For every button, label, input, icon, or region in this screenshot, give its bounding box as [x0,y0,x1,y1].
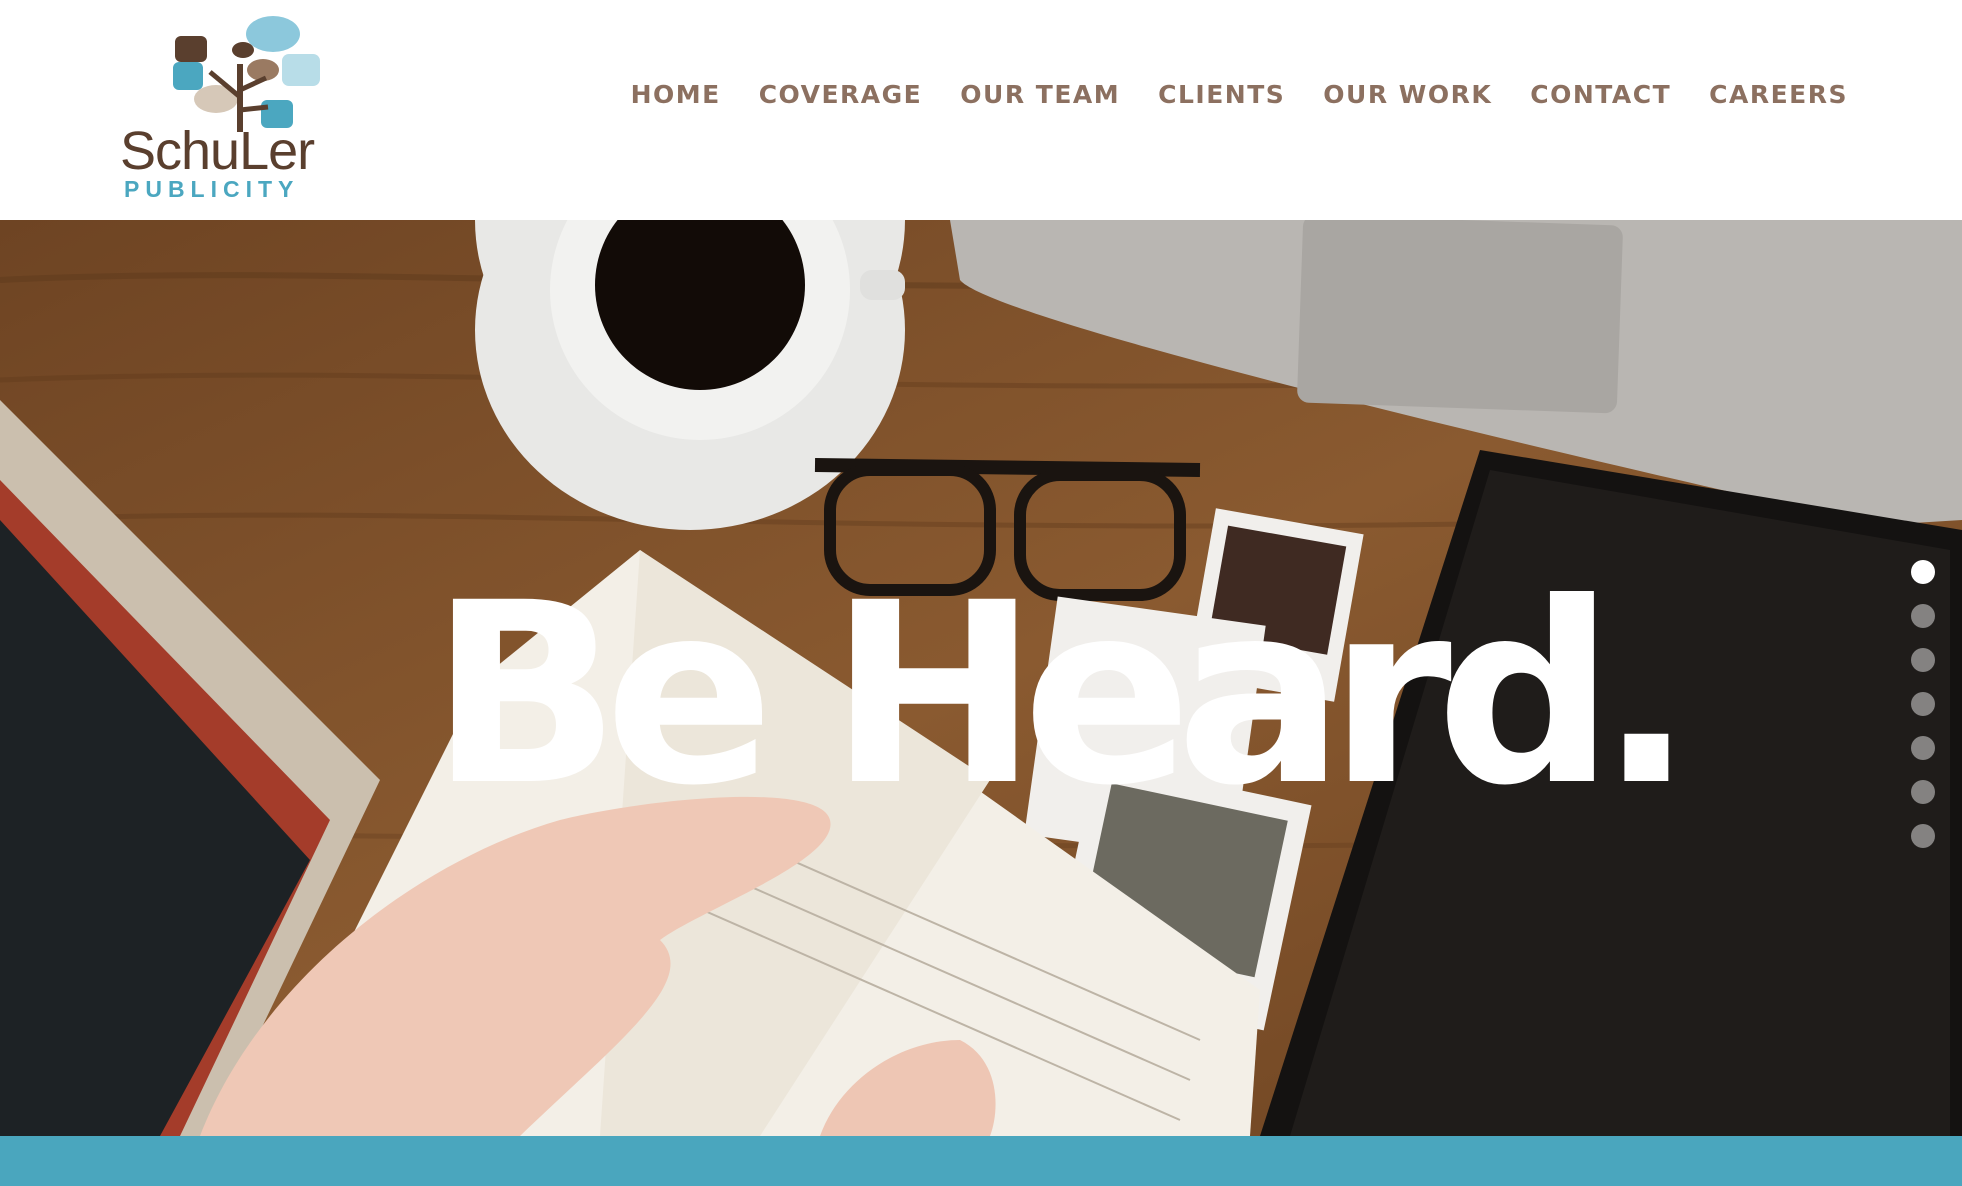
nav-clients[interactable]: CLIENTS [1158,82,1285,107]
slide-dot-6[interactable] [1911,780,1935,804]
nav-our-team[interactable]: OUR TEAM [960,82,1120,107]
nav-coverage[interactable]: COVERAGE [759,82,923,107]
logo-tree-icon [173,16,320,132]
bottom-accent-bar [0,1136,1962,1186]
slide-dot-2[interactable] [1911,604,1935,628]
main-nav: HOME COVERAGE OUR TEAM CLIENTS OUR WORK … [631,82,1848,107]
site-header: SchuLer PUBLICITY HOME COVERAGE OUR TEAM… [0,0,1962,220]
slide-dot-5[interactable] [1911,736,1935,760]
nav-our-work[interactable]: OUR WORK [1323,82,1492,107]
slide-dot-7[interactable] [1911,824,1935,848]
logo-wordmark: SchuLer [120,121,315,181]
slide-dot-1[interactable] [1911,560,1935,584]
slider-pagination [1911,560,1937,868]
nav-careers[interactable]: CAREERS [1709,82,1848,107]
slide-dot-4[interactable] [1911,692,1935,716]
logo-tagline: PUBLICITY [124,176,300,202]
nav-contact[interactable]: CONTACT [1530,82,1671,107]
hero-headline: Be Heard. [430,549,1694,840]
hero-section: Be Heard. [0,220,1962,1136]
slide-dot-3[interactable] [1911,648,1935,672]
nav-home[interactable]: HOME [631,82,721,107]
logo[interactable]: SchuLer PUBLICITY [118,12,328,201]
